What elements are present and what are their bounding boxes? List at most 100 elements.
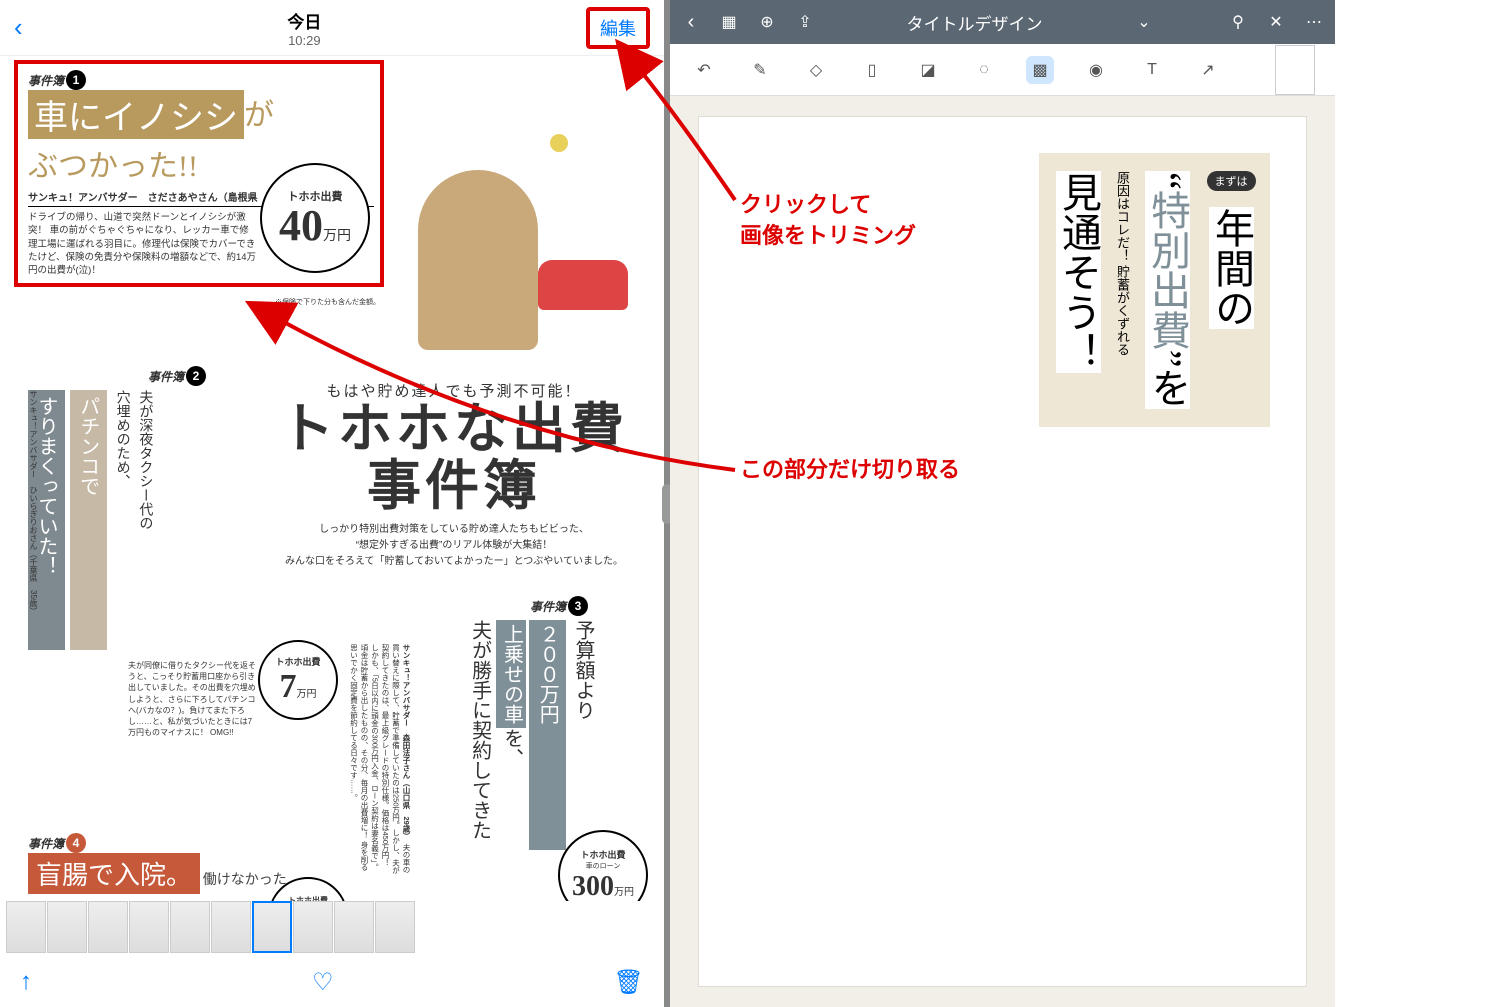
thumb[interactable]	[88, 901, 128, 953]
c2-unit: 万円	[297, 689, 317, 700]
back-button[interactable]: ‹	[14, 12, 23, 43]
export-icon[interactable]: ⇪	[794, 11, 816, 33]
gn-chevron-down-icon[interactable]: ⌄	[1133, 11, 1155, 33]
car-shape	[538, 260, 628, 310]
a2-l2: 穴埋めのため、	[112, 390, 132, 650]
cost-amount: 40	[279, 201, 323, 250]
a3-l34: 上乗せの車を、	[497, 620, 526, 850]
cost-unit: 万円	[323, 227, 351, 243]
article-1: 事件簿 1 車にイノシシが ぶつかった!! サンキュ！アンバサダー さださあやさ…	[14, 60, 384, 287]
highlighter-icon[interactable]: ▯	[858, 56, 886, 84]
pen-icon[interactable]: ✎	[746, 56, 774, 84]
v2a: “	[1145, 172, 1190, 190]
a3-titles: 夫が勝手に契約してきた 上乗せの車を、 ２００万円 予算額より	[466, 620, 598, 853]
thumb[interactable]	[211, 901, 251, 953]
grid-icon[interactable]: ▦	[718, 11, 740, 33]
sub1: しっかり特別出費対策をしている貯め達人たちもビビった、	[254, 522, 654, 538]
eraser-icon[interactable]: ◇	[802, 56, 830, 84]
lasso-icon[interactable]: ◌	[970, 56, 998, 84]
c2-amt: 7	[280, 668, 297, 705]
case-label-1: 事件簿 1	[28, 70, 86, 90]
annotation-1: クリックして 画像をトリミング	[740, 190, 916, 252]
photo-viewer[interactable]: 事件簿 1 車にイノシシが ぶつかった!! サンキュ！アンバサダー さださあやさ…	[0, 56, 664, 957]
v2b: 特別出費	[1145, 190, 1190, 350]
thumb[interactable]	[129, 901, 169, 953]
camera-icon[interactable]: ◉	[1082, 56, 1110, 84]
case-num-4: 4	[66, 833, 86, 853]
magazine-page: 事件簿 1 車にイノシシが ぶつかった!! サンキュ！アンバサダー さださあやさ…	[14, 60, 658, 957]
goodnotes-toolbar: ↶ ✎ ◇ ▯ ◪ ◌ ▩ ◉ T ↗	[670, 44, 1335, 96]
add-page-icon[interactable]: ⊕	[756, 11, 778, 33]
vcol-3: 見通そう！	[1049, 171, 1107, 409]
thumb[interactable]	[170, 901, 210, 953]
gn-title: タイトルデザイン	[832, 10, 1117, 35]
vcol-small: 原因はコレだ！ 貯蓄がくずれる	[1113, 171, 1132, 409]
cost-circle-1: トホホ出費 40万円	[260, 163, 370, 273]
v1: 年間の	[1209, 207, 1254, 329]
c3-label: トホホ出費	[580, 848, 625, 861]
a3-l2: ２００万円	[529, 620, 566, 850]
main-lead: もはや貯め達人でも予測不可能！	[254, 380, 654, 401]
thumb[interactable]	[293, 901, 333, 953]
thumb[interactable]	[334, 901, 374, 953]
case-num-1: 1	[66, 70, 86, 90]
case-label-4: 事件簿 4	[28, 833, 86, 853]
a3-body: サンキュ！アンバサダー 森田法子さん（山口県 29歳） 夫の車の買い替えに際して…	[348, 644, 411, 874]
vcol-2: “特別出費”を	[1138, 171, 1196, 409]
case-label-text: 事件簿	[28, 835, 64, 852]
thumb[interactable]	[6, 901, 46, 953]
photos-footer: ↑ ♡ 🗑	[0, 957, 664, 1007]
gn-search-icon[interactable]: ⚲	[1227, 11, 1249, 33]
shape-icon[interactable]: ◪	[914, 56, 942, 84]
main-title-line1: トホホな出費	[254, 401, 654, 458]
a2-person: サンキュ！アンバサダー ひいらぎりおさん（千葉県 35歳）	[28, 390, 39, 615]
a3-l4: を、	[500, 728, 522, 768]
title-design-block: 見通そう！ 原因はコレだ！ 貯蓄がくずれる “特別出費”を まずは 年間の	[1039, 153, 1270, 427]
edit-button[interactable]: 編集	[586, 7, 650, 49]
main-title: トホホな出費 事件簿	[254, 401, 654, 514]
cost-note: ※保険で下りた分も含んだ金額。	[260, 297, 380, 307]
case-label-text: 事件簿	[148, 368, 184, 385]
trash-icon[interactable]: 🗑	[614, 968, 644, 997]
a3-l5: 夫が勝手に契約してきた	[466, 620, 495, 850]
image-tool-icon[interactable]: ▩	[1026, 56, 1054, 84]
page-thumb[interactable]	[1275, 45, 1315, 95]
moon-icon	[550, 134, 568, 152]
thumb-selected[interactable]	[252, 901, 292, 953]
header-day: 今日	[23, 8, 586, 33]
vs2: 原因はコレだ！	[1115, 171, 1130, 262]
title-main: 車にイノシシ	[28, 90, 244, 139]
case-num-2: 2	[186, 366, 206, 386]
goodnotes-header: ‹ ▦ ⊕ ⇪ タイトルデザイン ⌄ ⚲ ✕ ⋯	[670, 0, 1335, 44]
thumbnail-strip[interactable]	[0, 901, 664, 957]
header-title: 今日 10:29	[23, 8, 586, 48]
annot1-l1: クリックして	[740, 190, 916, 221]
vs1: 貯蓄がくずれる	[1115, 265, 1130, 356]
main-title-line2: 事件簿	[254, 458, 654, 515]
gn-close-icon[interactable]: ✕	[1265, 11, 1287, 33]
boar-shape	[418, 170, 538, 350]
share-icon[interactable]: ↑	[20, 968, 32, 996]
a3-l3: 上乗せの車	[496, 620, 526, 728]
title-ga: が	[244, 99, 274, 132]
main-title-area: もはや貯め達人でも予測不可能！ トホホな出費 事件簿 しっかり特別出費対策をして…	[254, 380, 654, 570]
heart-icon[interactable]: ♡	[312, 968, 334, 997]
article1-title: 車にイノシシが	[28, 90, 374, 139]
a4-title: 盲腸で入院。	[28, 853, 200, 894]
annot1-l2: 画像をトリミング	[740, 221, 916, 252]
text-tool-icon[interactable]: T	[1138, 56, 1166, 84]
case-label-2: 事件簿 2	[148, 366, 206, 386]
gn-more-icon[interactable]: ⋯	[1303, 11, 1325, 33]
c3-amt: 300	[572, 871, 614, 902]
c3-sub: 車のローン	[586, 861, 621, 871]
a2-l3: パチンコで	[70, 390, 107, 650]
a2-l1: 夫が深夜タクシー代の	[134, 390, 154, 650]
pointer-icon[interactable]: ↗	[1194, 56, 1222, 84]
header-time: 10:29	[23, 33, 586, 48]
photos-header: ‹ 今日 10:29 編集	[0, 0, 664, 56]
undo-icon[interactable]: ↶	[690, 56, 718, 84]
a2-body: 夫が同僚に借りたタクシー代を返そうと、こっそり貯蓄用口座から引き出していました。…	[128, 660, 258, 738]
thumb[interactable]	[47, 901, 87, 953]
thumb[interactable]	[375, 901, 415, 953]
gn-back-icon[interactable]: ‹	[680, 11, 702, 33]
